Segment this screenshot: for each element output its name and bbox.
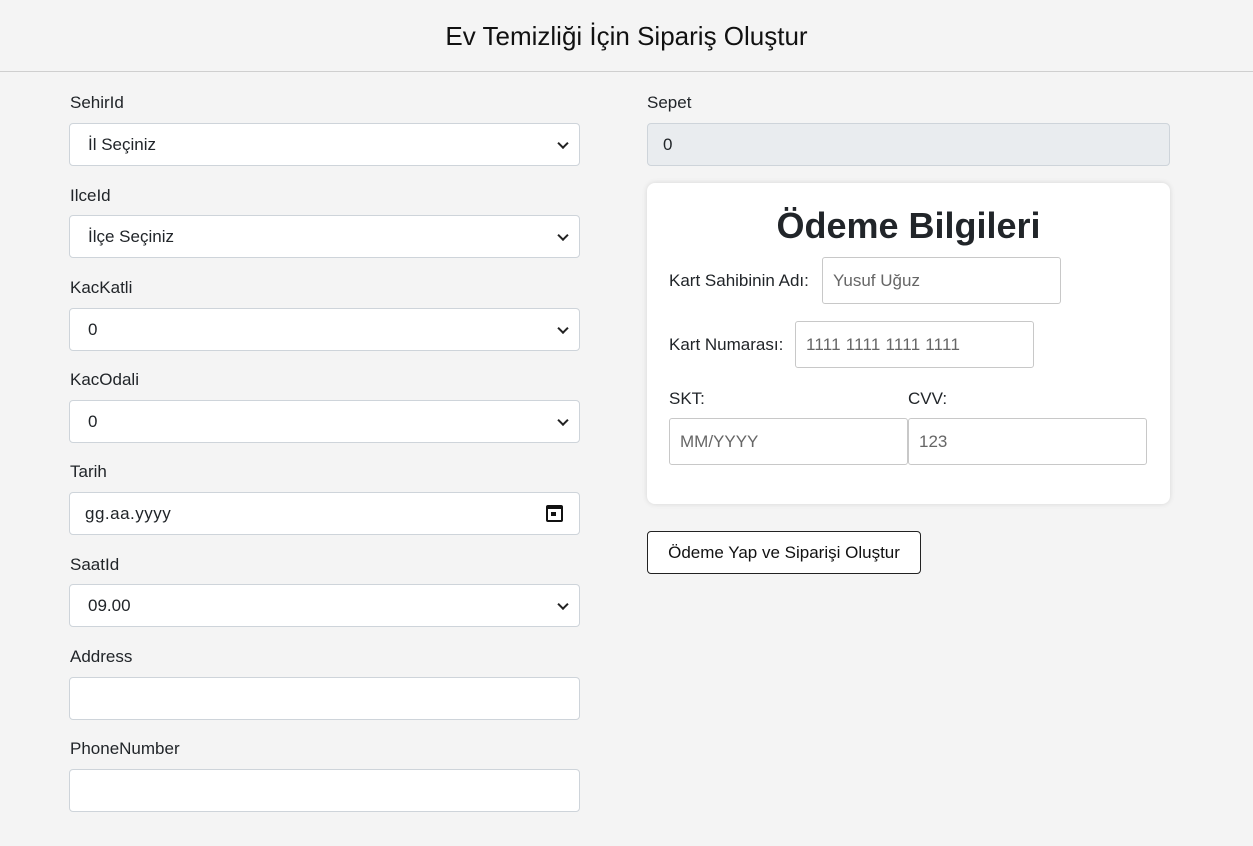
ilce-select-value: İlçe Seçiniz bbox=[88, 226, 174, 246]
card-number-input[interactable]: 1111 1111 1111 1111 bbox=[795, 321, 1034, 368]
chevron-down-icon bbox=[557, 598, 569, 610]
ilce-select[interactable]: İlçe Seçiniz bbox=[69, 215, 580, 258]
basket-label: Sepet bbox=[647, 93, 692, 112]
oda-label: KacOdali bbox=[70, 370, 139, 389]
payment-title: Ödeme Bilgileri bbox=[776, 205, 1041, 246]
chevron-down-icon bbox=[557, 137, 569, 149]
cvv-label: CVV: bbox=[908, 389, 948, 408]
expiry-input[interactable]: MM/YYYY bbox=[669, 418, 908, 465]
card-holder-label: Kart Sahibinin Adı: bbox=[669, 271, 809, 290]
payment-card: Ödeme Bilgileri Kart Sahibinin Adı: Yusu… bbox=[647, 183, 1170, 504]
chevron-down-icon bbox=[557, 322, 569, 334]
oda-select-value: 0 bbox=[88, 411, 98, 431]
page-header: Ev Temizliği İçin Sipariş Oluştur bbox=[0, 0, 1253, 72]
sehir-select[interactable]: İl Seçiniz bbox=[69, 123, 580, 166]
address-input[interactable] bbox=[69, 677, 580, 720]
sehir-select-value: İl Seçiniz bbox=[88, 134, 157, 154]
tarih-label: Tarih bbox=[70, 462, 107, 481]
basket-field: 0 bbox=[647, 123, 1170, 166]
cvv-input[interactable]: 123 bbox=[908, 418, 1147, 465]
basket-value: 0 bbox=[663, 134, 673, 154]
oda-select[interactable]: 0 bbox=[69, 400, 580, 443]
expiry-label: SKT: bbox=[669, 389, 705, 408]
kat-label: KacKatli bbox=[70, 278, 133, 297]
submit-payment-button[interactable]: Ödeme Yap ve Siparişi Oluştur bbox=[647, 531, 921, 574]
sehir-label: SehirId bbox=[70, 93, 124, 112]
kat-select-value: 0 bbox=[88, 319, 98, 339]
phone-label: PhoneNumber bbox=[70, 739, 180, 758]
tarih-placeholder: gg.aa.yyyy bbox=[85, 503, 172, 523]
calendar-icon[interactable] bbox=[546, 505, 563, 522]
tarih-date-input[interactable]: gg.aa.yyyy bbox=[69, 492, 580, 535]
card-holder-input[interactable]: Yusuf Uğuz bbox=[822, 257, 1061, 304]
phone-input[interactable] bbox=[69, 769, 580, 812]
card-number-placeholder: 1111 1111 1111 1111 bbox=[806, 334, 961, 354]
saat-select-value: 09.00 bbox=[88, 595, 131, 615]
saat-select[interactable]: 09.00 bbox=[69, 584, 580, 627]
page-title: Ev Temizliği İçin Sipariş Oluştur bbox=[445, 21, 808, 51]
cvv-placeholder: 123 bbox=[919, 431, 948, 451]
card-holder-placeholder: Yusuf Uğuz bbox=[833, 270, 920, 290]
ilce-label: IlceId bbox=[70, 186, 111, 205]
card-number-label: Kart Numarası: bbox=[669, 335, 784, 354]
kat-select[interactable]: 0 bbox=[69, 308, 580, 351]
chevron-down-icon bbox=[557, 229, 569, 241]
expiry-placeholder: MM/YYYY bbox=[680, 431, 759, 451]
address-label: Address bbox=[70, 647, 133, 666]
chevron-down-icon bbox=[557, 414, 569, 426]
saat-label: SaatId bbox=[70, 555, 120, 574]
